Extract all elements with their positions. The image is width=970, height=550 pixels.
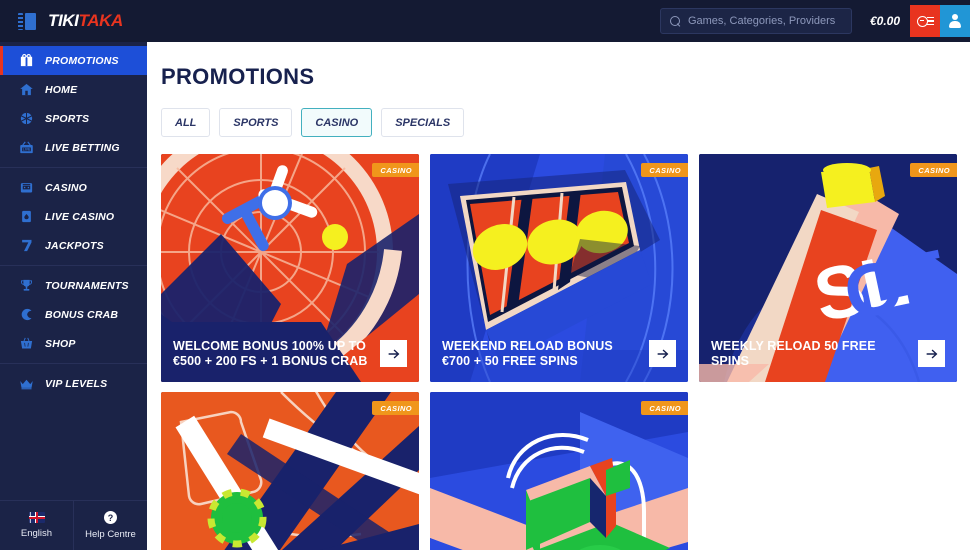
crab-icon [21,308,32,321]
filter-tab-casino[interactable]: CASINO [301,108,373,137]
status-badge: CASINO [372,401,419,415]
logo-text-second: TAKA [78,11,124,30]
sports-ball-icon [20,112,33,125]
home-icon [20,83,33,96]
slot-machine-icon [20,183,33,193]
sidebar-footer: English ? Help Centre [0,500,147,550]
question-circle-icon: ? [104,511,117,524]
promo-card[interactable]: CASINO [430,392,688,550]
promo-card-footer: WEEKLY RELOAD 50 FREE SPINS [699,328,957,383]
top-bar: TIKITAKA Games, Categories, Providers €0… [0,0,970,42]
promo-card-title: WEEKLY RELOAD 50 FREE SPINS [711,338,876,368]
account-button[interactable] [940,5,970,37]
sidebar-group-vip: VIP LEVELS [0,363,147,403]
sidebar-item-label: LIVE CASINO [45,210,115,223]
language-label: English [20,528,53,539]
search-input[interactable]: Games, Categories, Providers [659,8,852,34]
sidebar-item-label: VIP LEVELS [45,377,108,390]
live-betting-icon: LIVE [20,141,33,154]
status-badge: CASINO [372,163,419,177]
balance-amount[interactable]: €0.00 [860,14,910,28]
sidebar: PROMOTIONS HOME SPORTS LIVE LIVE BETTING… [0,42,147,550]
sidebar-nav: PROMOTIONS HOME SPORTS LIVE LIVE BETTING… [0,42,147,500]
search-placeholder: Games, Categories, Providers [687,15,836,27]
filter-tab-sports[interactable]: SPORTS [219,108,293,137]
main-content: PROMOTIONS ALL SPORTS CASINO SPECIALS CA… [147,42,970,550]
user-avatar-icon [948,14,962,28]
wallet-icon [916,15,934,28]
gift-icon [20,53,33,67]
page-title: PROMOTIONS [161,64,315,89]
filter-tab-specials[interactable]: SPECIALS [381,108,465,137]
bars-logo-icon [18,12,36,30]
promo-card-title: WEEKEND RELOAD BONUS €700 + 50 FREE SPIN… [442,338,613,368]
help-centre-button[interactable]: ? Help Centre [73,501,147,550]
sidebar-group-main: PROMOTIONS HOME SPORTS LIVE LIVE BETTING [0,46,147,167]
sidebar-item-label: PROMOTIONS [45,54,119,67]
logo-text: TIKITAKA [48,11,123,31]
logo-text-first: TIKI [48,11,79,30]
uk-flag-icon [28,512,45,523]
sidebar-item-casino[interactable]: CASINO [0,173,147,202]
status-badge: CASINO [641,401,688,415]
promo-card-title: WELCOME BONUS 100% UP TO €500 + 200 FS +… [173,338,368,368]
crown-icon [20,379,33,390]
svg-text:LIVE: LIVE [23,148,31,152]
filter-tabs: ALL SPORTS CASINO SPECIALS [160,108,956,137]
sidebar-item-bonus-crab[interactable]: BONUS CRAB [0,300,147,329]
promo-card[interactable]: CASINO [161,392,419,550]
body-row: PROMOTIONS HOME SPORTS LIVE LIVE BETTING… [0,42,970,550]
arrow-right-icon [657,349,668,359]
promo-card[interactable]: CASINO WELCOME BONUS 100% UP TO €500 + 2… [161,154,419,382]
promo-card[interactable]: CASINO WEEKEND RELOAD BONUS €700 + 50 FR… [430,154,688,382]
promo-card-arrow-button[interactable] [649,340,676,368]
top-bar-right: Games, Categories, Providers €0.00 [659,0,970,42]
sidebar-item-live-betting[interactable]: LIVE LIVE BETTING [0,133,147,162]
sidebar-item-live-casino[interactable]: LIVE CASINO [0,202,147,231]
sidebar-item-home[interactable]: HOME [0,75,147,104]
sidebar-item-label: BONUS CRAB [45,308,119,321]
sidebar-item-label: SPORTS [45,112,90,125]
help-centre-label: Help Centre [85,529,136,540]
arrow-right-icon [926,349,937,359]
playing-card-icon [22,210,31,223]
sidebar-item-tournaments[interactable]: TOURNAMENTS [0,271,147,300]
trophy-icon [21,279,32,291]
status-badge: CASINO [641,163,688,177]
promo-card[interactable]: SL OT CASINO WEEKLY RELOAD 50 FREE SPINS [699,154,957,382]
sidebar-item-sports[interactable]: SPORTS [0,104,147,133]
promo-card-arrow-button[interactable] [918,340,945,368]
promotions-grid: CASINO WELCOME BONUS 100% UP TO €500 + 2… [160,154,957,550]
promo-card-footer: WEEKEND RELOAD BONUS €700 + 50 FREE SPIN… [430,328,688,383]
sidebar-item-label: CASINO [45,181,88,194]
sidebar-item-promotions[interactable]: PROMOTIONS [0,46,147,75]
sidebar-group-casino: CASINO LIVE CASINO JACKPOTS [0,167,147,265]
language-selector[interactable]: English [0,501,73,550]
sidebar-item-jackpots[interactable]: JACKPOTS [0,231,147,260]
basket-icon [20,337,33,349]
sidebar-item-shop[interactable]: SHOP [0,329,147,358]
sidebar-group-extras: TOURNAMENTS BONUS CRAB SHOP [0,265,147,363]
promo-card-footer: WELCOME BONUS 100% UP TO €500 + 200 FS +… [161,328,419,383]
deposit-button[interactable] [910,5,940,37]
sidebar-item-label: TOURNAMENTS [45,279,129,292]
seven-icon [22,239,32,252]
filter-tab-all[interactable]: ALL [161,108,211,137]
brand-logo[interactable]: TIKITAKA [0,11,147,31]
sidebar-item-label: SHOP [45,337,76,350]
promo-card-arrow-button[interactable] [380,340,407,368]
promo-artwork-casino-table [161,392,419,550]
status-badge: CASINO [910,163,957,177]
sidebar-item-label: JACKPOTS [45,239,104,252]
search-icon [669,15,681,27]
sidebar-item-vip-levels[interactable]: VIP LEVELS [0,369,147,398]
sidebar-item-label: HOME [45,83,78,96]
promo-artwork-money-blocks [430,392,688,550]
sidebar-item-label: LIVE BETTING [45,141,120,154]
app-root: TIKITAKA Games, Categories, Providers €0… [0,0,970,550]
arrow-right-icon [388,349,399,359]
